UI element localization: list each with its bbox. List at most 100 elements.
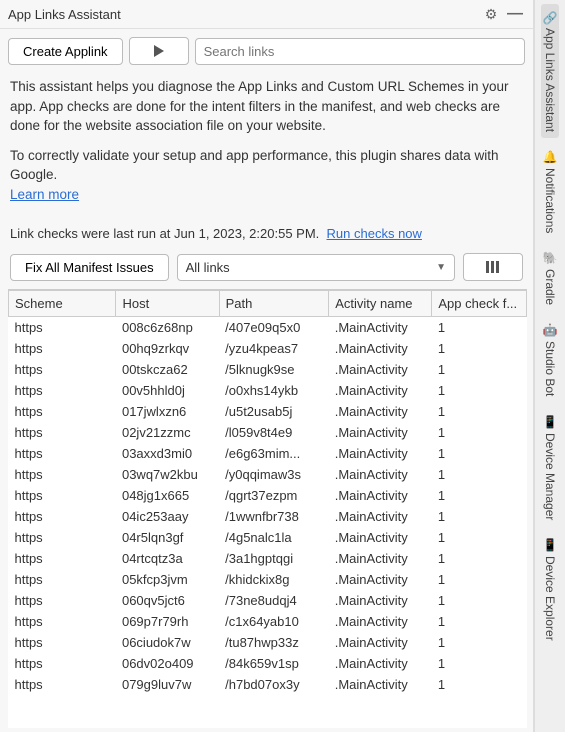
rail-item-studio-bot[interactable]: 🤖Studio Bot <box>541 317 559 402</box>
cell-check: 1 <box>432 590 527 611</box>
cell-check: 1 <box>432 569 527 590</box>
title-bar: App Links Assistant ⚙ — <box>0 0 533 29</box>
phone-icon: 📱 <box>543 538 557 552</box>
filter-select-value: All links <box>186 260 230 275</box>
cell-activity: .MainActivity <box>329 380 432 401</box>
cell-activity: .MainActivity <box>329 506 432 527</box>
cell-path: /u5t2usab5j <box>219 401 329 422</box>
rail-item-gradle[interactable]: 🐘Gradle <box>541 245 559 311</box>
table-row[interactable]: https04r5lqn3gf/4g5nalc1la.MainActivity1 <box>9 527 527 548</box>
fix-manifest-button[interactable]: Fix All Manifest Issues <box>10 254 169 281</box>
cell-scheme: https <box>9 653 116 674</box>
cell-path: /khidckix8g <box>219 569 329 590</box>
links-table-wrap[interactable]: Scheme Host Path Activity name App check… <box>8 289 527 728</box>
cell-host: 04rtcqtz3a <box>116 548 219 569</box>
table-row[interactable]: https00hq9zrkqv/yzu4kpeas7.MainActivity1 <box>9 338 527 359</box>
run-checks-link[interactable]: Run checks now <box>327 226 422 241</box>
cell-activity: .MainActivity <box>329 317 432 339</box>
description-p2: To correctly validate your setup and app… <box>10 146 523 205</box>
cell-check: 1 <box>432 506 527 527</box>
table-row[interactable]: https079g9luv7w/h7bd07ox3y.MainActivity1 <box>9 674 527 695</box>
rail-item-label: Device Explorer <box>543 556 557 641</box>
rail-item-app-links-assistant[interactable]: 🔗App Links Assistant <box>541 4 559 138</box>
create-applink-button[interactable]: Create Applink <box>8 38 123 65</box>
cell-scheme: https <box>9 527 116 548</box>
cell-activity: .MainActivity <box>329 527 432 548</box>
gear-icon[interactable]: ⚙ <box>481 4 501 24</box>
cell-host: 060qv5jct6 <box>116 590 219 611</box>
cell-host: 00tskcza62 <box>116 359 219 380</box>
table-row[interactable]: https060qv5jct6/73ne8udqj4.MainActivity1 <box>9 590 527 611</box>
cell-path: /l059v8t4e9 <box>219 422 329 443</box>
table-row[interactable]: https03wq7w2kbu/y0qqimaw3s.MainActivity1 <box>9 464 527 485</box>
cell-path: /5lknugk9se <box>219 359 329 380</box>
cell-host: 03wq7w2kbu <box>116 464 219 485</box>
cell-path: /1wwnfbr738 <box>219 506 329 527</box>
table-row[interactable]: https017jwlxzn6/u5t2usab5j.MainActivity1 <box>9 401 527 422</box>
cell-path: /tu87hwp33z <box>219 632 329 653</box>
cell-host: 06dv02o409 <box>116 653 219 674</box>
description-block: This assistant helps you diagnose the Ap… <box>0 73 533 224</box>
table-row[interactable]: https00v5hhld0j/o0xhs14ykb.MainActivity1 <box>9 380 527 401</box>
col-header-activity[interactable]: Activity name <box>329 291 432 317</box>
rail-item-device-explorer[interactable]: 📱 Device Explorer <box>541 532 559 647</box>
cell-scheme: https <box>9 590 116 611</box>
rail-item-notifications[interactable]: 🔔Notifications <box>541 144 559 239</box>
cell-path: /qgrt37ezpm <box>219 485 329 506</box>
cell-activity: .MainActivity <box>329 338 432 359</box>
cell-activity: .MainActivity <box>329 422 432 443</box>
link-icon: 🔗 <box>543 10 557 24</box>
filter-select[interactable]: All links ▼ <box>177 254 455 281</box>
cell-check: 1 <box>432 548 527 569</box>
columns-button[interactable] <box>463 253 523 281</box>
cell-activity: .MainActivity <box>329 464 432 485</box>
col-header-path[interactable]: Path <box>219 291 329 317</box>
cell-host: 048jg1x665 <box>116 485 219 506</box>
table-row[interactable]: https008c6z68np/407e09q5x0.MainActivity1 <box>9 317 527 339</box>
cell-activity: .MainActivity <box>329 485 432 506</box>
rail-item-label: Notifications <box>543 168 557 233</box>
cell-check: 1 <box>432 359 527 380</box>
cell-check: 1 <box>432 401 527 422</box>
table-row[interactable]: https03axxd3mi0/e6g63mim....MainActivity… <box>9 443 527 464</box>
rail-item-device-manager[interactable]: 📱Device Manager <box>541 409 559 526</box>
search-input[interactable] <box>195 38 525 65</box>
cell-scheme: https <box>9 674 116 695</box>
cell-scheme: https <box>9 464 116 485</box>
table-row[interactable]: https06dv02o409/84k659v1sp.MainActivity1 <box>9 653 527 674</box>
cell-host: 03axxd3mi0 <box>116 443 219 464</box>
run-button[interactable] <box>129 37 189 65</box>
cell-path: /o0xhs14ykb <box>219 380 329 401</box>
minimize-icon[interactable]: — <box>505 4 525 24</box>
cell-scheme: https <box>9 443 116 464</box>
table-row[interactable]: https02jv21zzmc/l059v8t4e9.MainActivity1 <box>9 422 527 443</box>
table-row[interactable]: https05kfcp3jvm/khidckix8g.MainActivity1 <box>9 569 527 590</box>
cell-activity: .MainActivity <box>329 632 432 653</box>
table-row[interactable]: https04rtcqtz3a/3a1hgptqgi.MainActivity1 <box>9 548 527 569</box>
table-row[interactable]: https00tskcza62/5lknugk9se.MainActivity1 <box>9 359 527 380</box>
table-row[interactable]: https048jg1x665/qgrt37ezpm.MainActivity1 <box>9 485 527 506</box>
col-header-host[interactable]: Host <box>116 291 219 317</box>
cell-scheme: https <box>9 485 116 506</box>
cell-activity: .MainActivity <box>329 569 432 590</box>
links-table: Scheme Host Path Activity name App check… <box>8 290 527 695</box>
cell-check: 1 <box>432 443 527 464</box>
cell-scheme: https <box>9 338 116 359</box>
col-header-check[interactable]: App check f... <box>432 291 527 317</box>
elephant-icon: 🐘 <box>543 251 557 265</box>
table-row[interactable]: https06ciudok7w/tu87hwp33z.MainActivity1 <box>9 632 527 653</box>
cell-host: 017jwlxzn6 <box>116 401 219 422</box>
cell-check: 1 <box>432 338 527 359</box>
side-rail: 🔗App Links Assistant 🔔Notifications 🐘Gradl… <box>534 0 565 732</box>
learn-more-link[interactable]: Learn more <box>10 187 79 202</box>
cell-host: 069p7r79rh <box>116 611 219 632</box>
cell-scheme: https <box>9 422 116 443</box>
cell-scheme: https <box>9 380 116 401</box>
cell-host: 02jv21zzmc <box>116 422 219 443</box>
bot-icon: 🤖 <box>543 323 557 337</box>
col-header-scheme[interactable]: Scheme <box>9 291 116 317</box>
cell-check: 1 <box>432 611 527 632</box>
table-row[interactable]: https04ic253aay/1wwnfbr738.MainActivity1 <box>9 506 527 527</box>
table-row[interactable]: https069p7r79rh/c1x64yab10.MainActivity1 <box>9 611 527 632</box>
cell-scheme: https <box>9 548 116 569</box>
